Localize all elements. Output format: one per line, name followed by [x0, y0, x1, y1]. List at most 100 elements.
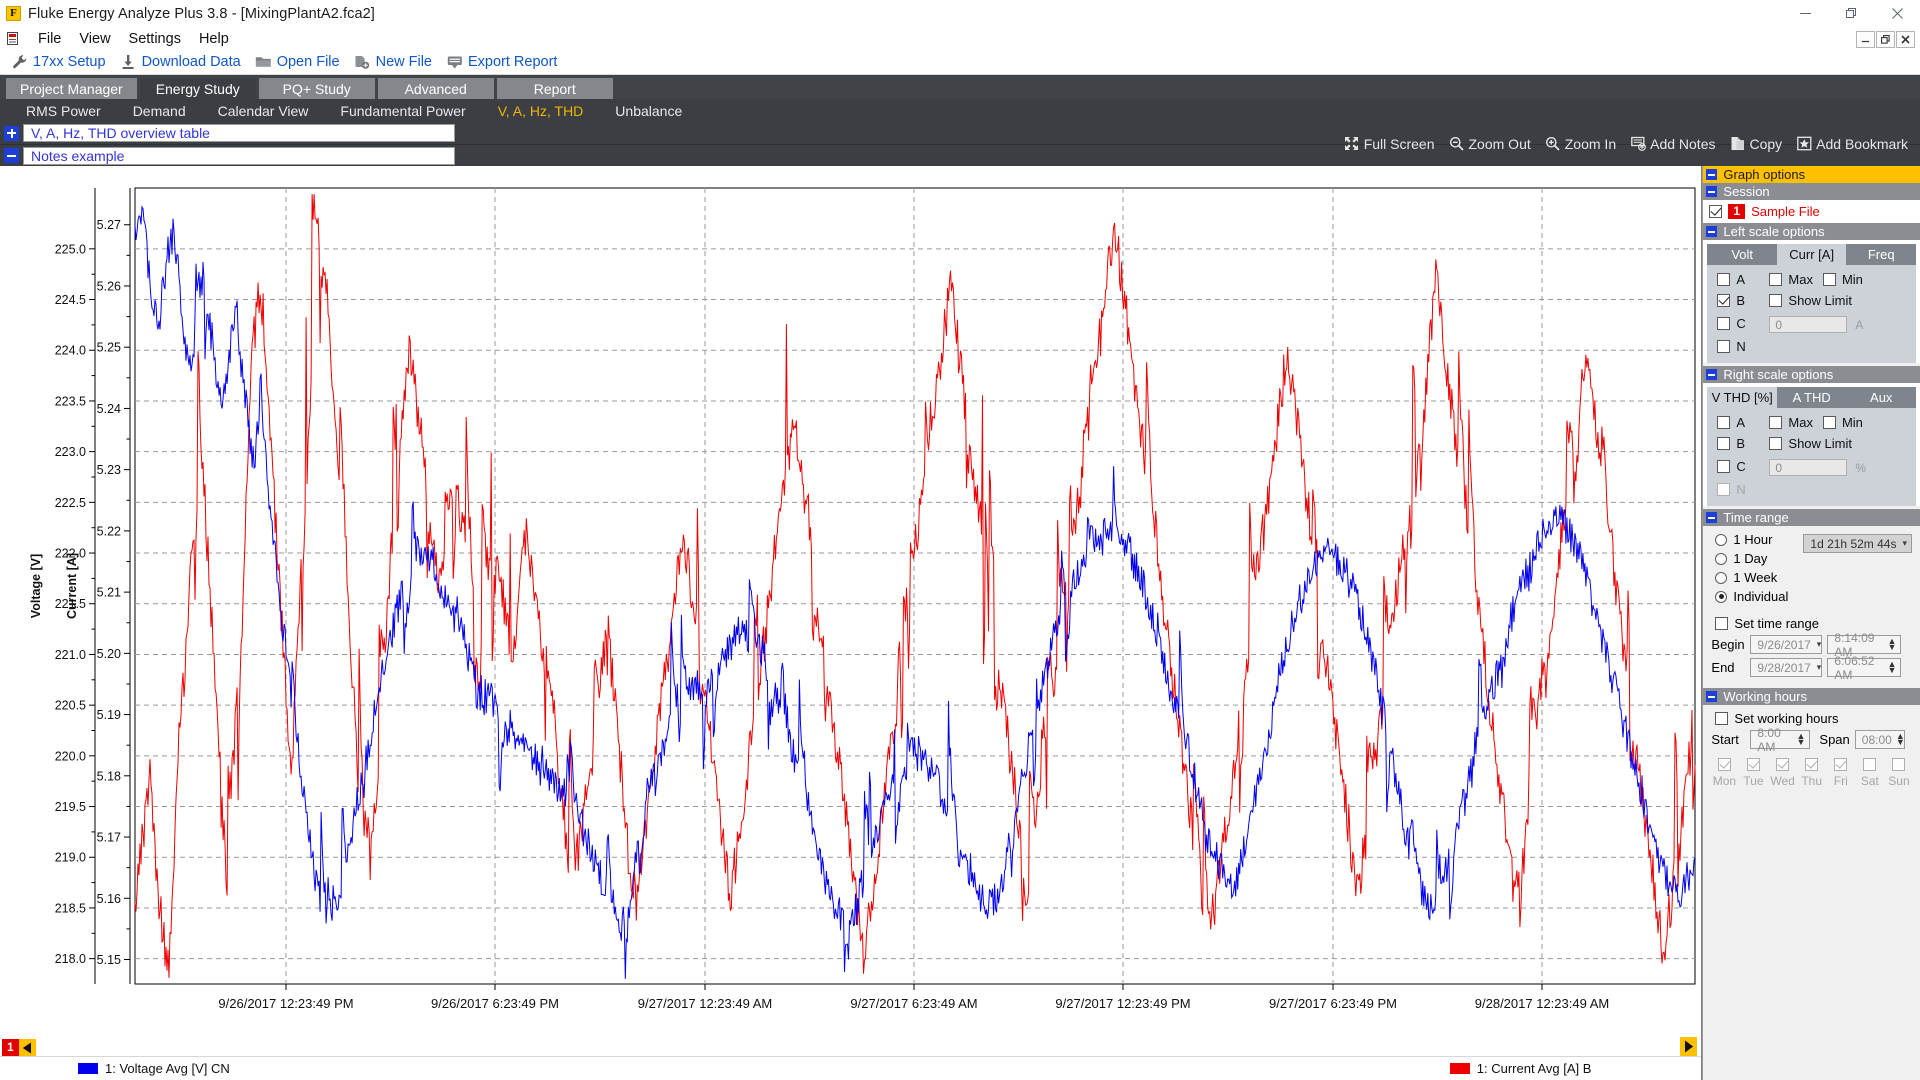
day-sun[interactable]: Sun — [1888, 758, 1910, 788]
day-wed-checkbox[interactable] — [1776, 758, 1789, 771]
expand-overview-table-toggle[interactable] — [4, 126, 19, 141]
day-wed[interactable]: Wed — [1772, 758, 1794, 788]
session-row[interactable]: 1 Sample File — [1709, 204, 1914, 219]
left-phase-n-checkbox[interactable] — [1717, 340, 1730, 353]
day-tue-checkbox[interactable] — [1747, 758, 1760, 771]
day-thu-checkbox[interactable] — [1805, 758, 1818, 771]
legend-item-voltage[interactable]: 1: Voltage Avg [V] CN — [78, 1061, 230, 1076]
right-limit-input[interactable]: 0 — [1769, 459, 1847, 476]
add-notes-button[interactable]: Add Notes — [1624, 135, 1721, 153]
subtab-v-a-hz-thd[interactable]: V, A, Hz, THD — [482, 103, 600, 119]
minimize-button[interactable] — [1782, 0, 1828, 28]
start-time-spinner[interactable]: ▲▼ — [1796, 734, 1805, 745]
begin-time-field[interactable]: 8:14:09 AM ▲▼ — [1827, 635, 1901, 654]
begin-date-field[interactable]: 9/26/2017 ▾ — [1750, 635, 1822, 654]
chart-nav-right[interactable] — [1680, 1037, 1697, 1056]
end-date-field[interactable]: 9/28/2017 ▾ — [1750, 658, 1822, 677]
right-phase-a[interactable]: A — [1717, 415, 1769, 430]
set-working-hours-checkbox[interactable] — [1715, 712, 1728, 725]
chart-area[interactable]: 225.0224.5224.0223.5223.0222.5222.0221.5… — [0, 166, 1701, 1080]
span-field[interactable]: 08:00 ▲▼ — [1855, 730, 1905, 749]
new-file-button[interactable]: New File — [351, 53, 440, 72]
subtab-rms-power[interactable]: RMS Power — [10, 103, 117, 119]
right-phase-c-checkbox[interactable] — [1717, 460, 1730, 473]
graph-options-header[interactable]: Graph options — [1703, 166, 1920, 183]
left-show-limit-checkbox[interactable] — [1769, 294, 1782, 307]
collapse-graph-options-icon[interactable] — [1706, 169, 1717, 180]
day-thu[interactable]: Thu — [1801, 758, 1823, 788]
left-phase-b-checkbox[interactable] — [1717, 294, 1730, 307]
right-phase-a-checkbox[interactable] — [1717, 416, 1730, 429]
start-time-field[interactable]: 8:00 AM ▲▼ — [1750, 730, 1810, 749]
left-limit-input[interactable]: 0 — [1769, 316, 1847, 333]
full-screen-button[interactable]: Full Screen — [1338, 135, 1441, 153]
collapse-session-icon[interactable] — [1706, 186, 1717, 197]
open-file-button[interactable]: Open File — [252, 53, 348, 72]
session-header[interactable]: Session — [1703, 183, 1920, 200]
left-min-checkbox[interactable] — [1823, 273, 1836, 286]
left-scale-header[interactable]: Left scale options — [1703, 223, 1920, 240]
add-bookmark-button[interactable]: Add Bookmark — [1790, 135, 1914, 153]
subtab-unbalance[interactable]: Unbalance — [599, 103, 698, 119]
17xx-setup-button[interactable]: 17xx Setup — [8, 53, 114, 72]
collapse-notes-toggle[interactable] — [4, 148, 19, 163]
restore-button[interactable] — [1828, 0, 1874, 28]
day-fri-checkbox[interactable] — [1834, 758, 1847, 771]
mdi-minimize-button[interactable] — [1856, 31, 1875, 48]
set-working-hours-option[interactable]: Set working hours — [1711, 711, 1912, 726]
set-time-range-option[interactable]: Set time range — [1711, 616, 1912, 631]
day-mon-checkbox[interactable] — [1718, 758, 1731, 771]
chart-panel[interactable]: 225.0224.5224.0223.5223.0222.5222.0221.5… — [0, 166, 1702, 1080]
collapse-right-scale-icon[interactable] — [1706, 369, 1717, 380]
right-phase-c[interactable]: C — [1717, 459, 1769, 474]
tab-report[interactable]: Report — [497, 78, 613, 99]
tab-pq-study[interactable]: PQ+ Study — [259, 78, 375, 99]
day-fri[interactable]: Fri — [1830, 758, 1852, 788]
time-range-radio-1-hour[interactable] — [1715, 534, 1727, 546]
day-sat[interactable]: Sat — [1859, 758, 1881, 788]
day-sat-checkbox[interactable] — [1863, 758, 1876, 771]
scroll-right-icon[interactable] — [1680, 1037, 1697, 1056]
menu-item-file[interactable]: File — [29, 30, 70, 48]
mdi-close-button[interactable] — [1896, 31, 1915, 48]
right-phase-b-checkbox[interactable] — [1717, 437, 1730, 450]
left-phase-b[interactable]: B — [1717, 293, 1769, 308]
subtab-fundamental-power[interactable]: Fundamental Power — [324, 103, 481, 119]
left-max-option[interactable]: Max — [1769, 272, 1813, 287]
begin-time-spinner[interactable]: ▲▼ — [1887, 639, 1896, 650]
scroll-left-icon[interactable] — [19, 1039, 36, 1056]
mdi-restore-button[interactable] — [1876, 31, 1895, 48]
right-scale-tab-aux[interactable]: Aux — [1846, 387, 1916, 408]
time-range-radio-individual[interactable] — [1715, 591, 1727, 603]
right-max-option[interactable]: Max — [1769, 415, 1813, 430]
right-phase-b[interactable]: B — [1717, 436, 1769, 451]
right-scale-header[interactable]: Right scale options — [1703, 366, 1920, 383]
right-min-checkbox[interactable] — [1823, 416, 1836, 429]
time-range-radio-1-week[interactable] — [1715, 572, 1727, 584]
span-spinner[interactable]: ▲▼ — [1896, 734, 1905, 745]
session-checkbox[interactable] — [1709, 205, 1722, 218]
left-show-limit-option[interactable]: Show Limit — [1769, 293, 1852, 308]
chart-nav-left[interactable]: 1 — [2, 1039, 36, 1056]
zoom-out-button[interactable]: Zoom Out — [1443, 135, 1537, 153]
menu-item-settings[interactable]: Settings — [120, 30, 190, 48]
download-data-button[interactable]: Download Data — [117, 53, 249, 72]
working-hours-header[interactable]: Working hours — [1703, 688, 1920, 705]
collapse-left-scale-icon[interactable] — [1706, 226, 1717, 237]
time-range-radio-1-day[interactable] — [1715, 553, 1727, 565]
menu-item-help[interactable]: Help — [190, 30, 238, 48]
tab-advanced[interactable]: Advanced — [378, 78, 494, 99]
menu-item-view[interactable]: View — [70, 30, 119, 48]
left-phase-c[interactable]: C — [1717, 316, 1769, 331]
right-max-checkbox[interactable] — [1769, 416, 1782, 429]
right-scale-tab-athd[interactable]: A THD — [1777, 387, 1847, 408]
measurement-chart[interactable]: 225.0224.5224.0223.5223.0222.5222.0221.5… — [0, 166, 1732, 1046]
tab-energy-study[interactable]: Energy Study — [140, 78, 256, 99]
notes-example-label[interactable]: Notes example — [23, 147, 455, 165]
export-report-button[interactable]: Export Report — [443, 53, 565, 72]
collapse-time-range-icon[interactable] — [1706, 512, 1717, 523]
subtab-calendar-view[interactable]: Calendar View — [202, 103, 325, 119]
duration-dropdown[interactable]: 1d 21h 52m 44s ▾ — [1803, 534, 1912, 553]
end-time-spinner[interactable]: ▲▼ — [1887, 662, 1896, 673]
copy-button[interactable]: Copy — [1723, 135, 1788, 153]
